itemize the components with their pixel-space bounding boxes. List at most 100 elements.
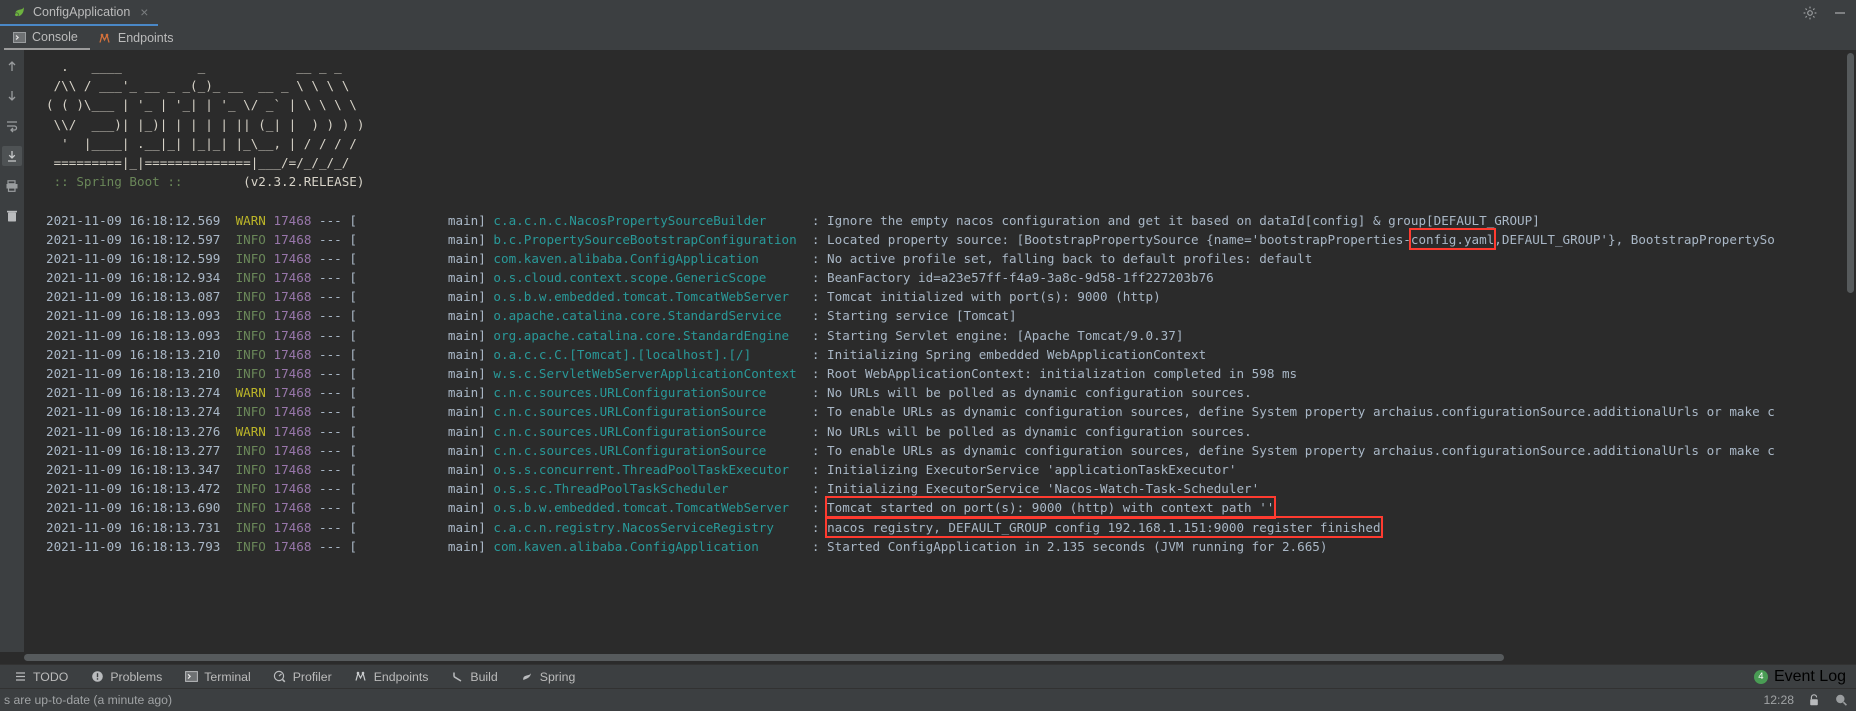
bottom-item-todo-label: TODO bbox=[33, 669, 69, 684]
gear-icon[interactable] bbox=[1802, 5, 1818, 21]
close-icon[interactable]: × bbox=[140, 5, 148, 19]
log-message: : BeanFactory id=a23e57ff-f4a9-3a8c-9d58… bbox=[811, 270, 1214, 286]
log-level: INFO bbox=[235, 270, 266, 286]
log-message: : Starting service [Tomcat] bbox=[811, 308, 1017, 324]
log-level: INFO bbox=[235, 231, 266, 247]
run-window-titlebar: ConfigApplication × bbox=[0, 0, 1856, 26]
log-line: 2021-11-09 16:18:13.472 INFO 17468 --- [… bbox=[46, 481, 1260, 497]
console-output-panel[interactable]: . ____ _ __ _ _ /\\ / ___'_ __ _ _(_)_ _… bbox=[24, 50, 1856, 652]
log-thread: main] bbox=[356, 519, 486, 535]
log-thread: main] bbox=[356, 308, 486, 324]
bottom-item-terminal[interactable]: Terminal bbox=[173, 665, 261, 689]
inspector-icon[interactable] bbox=[1834, 693, 1848, 707]
log-thread: main] bbox=[356, 231, 486, 247]
log-pid: 17468 bbox=[273, 385, 312, 401]
log-message: : Initializing Spring embedded WebApplic… bbox=[811, 346, 1207, 362]
console-icon bbox=[12, 30, 26, 44]
event-log-label: Event Log bbox=[1773, 667, 1846, 685]
log-thread: main] bbox=[356, 289, 486, 305]
console-vertical-scrollbar[interactable] bbox=[1844, 51, 1856, 652]
log-level: INFO bbox=[235, 461, 266, 477]
log-line: 2021-11-09 16:18:13.210 INFO 17468 --- [… bbox=[46, 366, 1298, 381]
banner-line: \\/ ___)| |_)| | | | | || (_| | ) ) ) ) bbox=[46, 116, 365, 132]
vertical-scrollbar-thumb[interactable] bbox=[1847, 53, 1854, 293]
status-bar-right: 12:28 bbox=[1764, 693, 1849, 707]
log-timestamp: 2021-11-09 16:18:12.934 bbox=[46, 270, 221, 286]
event-log-button[interactable]: 4 Event Log bbox=[1753, 667, 1846, 686]
bottom-item-profiler[interactable]: Profiler bbox=[262, 665, 343, 689]
log-logger: o.s.s.c.ThreadPoolTaskScheduler bbox=[493, 481, 729, 497]
bottom-item-todo[interactable]: TODO bbox=[2, 665, 79, 689]
log-logger: w.s.c.ServletWebServerApplicationContext bbox=[493, 366, 797, 381]
log-timestamp: 2021-11-09 16:18:13.690 bbox=[46, 500, 221, 516]
scroll-down-icon[interactable] bbox=[2, 86, 22, 106]
tab-endpoints[interactable]: Endpoints bbox=[90, 26, 186, 50]
build-icon bbox=[450, 670, 464, 684]
scroll-to-end-icon[interactable] bbox=[2, 146, 22, 166]
log-logger: o.s.s.concurrent.ThreadPoolTaskExecutor bbox=[493, 461, 790, 477]
log-logger: o.s.cloud.context.scope.GenericScope bbox=[493, 270, 767, 286]
bottom-item-endpoints[interactable]: Endpoints bbox=[343, 665, 440, 689]
log-message: : Started ConfigApplication in 2.135 sec… bbox=[811, 538, 1328, 554]
problems-icon bbox=[90, 670, 104, 684]
tab-console-label: Console bbox=[32, 30, 78, 44]
log-pid: 17468 bbox=[273, 404, 312, 420]
log-thread: main] bbox=[356, 404, 486, 420]
log-level: INFO bbox=[235, 519, 266, 535]
log-logger: b.c.PropertySourceBootstrapConfiguration bbox=[493, 231, 797, 247]
log-level: INFO bbox=[235, 500, 266, 516]
log-level: INFO bbox=[235, 308, 266, 324]
minimize-icon[interactable] bbox=[1832, 5, 1848, 21]
log-message: : Tomcat initialized with port(s): 9000 … bbox=[811, 289, 1161, 305]
highlight-box: config.yaml bbox=[1408, 227, 1497, 251]
log-line: 2021-11-09 16:18:13.347 INFO 17468 --- [… bbox=[46, 461, 1237, 477]
lock-icon[interactable] bbox=[1807, 693, 1821, 707]
log-timestamp: 2021-11-09 16:18:13.093 bbox=[46, 308, 221, 324]
log-message: : bbox=[811, 500, 828, 516]
banner-line: /\\ / ___'_ __ _ _(_)_ __ __ _ \ \ \ \ bbox=[46, 78, 350, 94]
profiler-icon bbox=[273, 670, 287, 684]
run-tab-configapplication[interactable]: ConfigApplication × bbox=[0, 0, 159, 26]
horizontal-scrollbar-thumb[interactable] bbox=[24, 654, 1504, 661]
log-line: 2021-11-09 16:18:13.087 INFO 17468 --- [… bbox=[46, 289, 1161, 305]
log-pid: 17468 bbox=[273, 308, 312, 324]
log-pid: 17468 bbox=[273, 538, 312, 554]
run-tool-tabs: Console Endpoints bbox=[0, 26, 1856, 50]
log-line: 2021-11-09 16:18:13.731 INFO 17468 --- [… bbox=[46, 515, 1856, 538]
log-pid: 17468 bbox=[273, 346, 312, 362]
tab-console[interactable]: Console bbox=[4, 26, 90, 50]
print-icon[interactable] bbox=[2, 176, 22, 196]
log-level: INFO bbox=[235, 442, 266, 458]
log-level: INFO bbox=[235, 481, 266, 497]
log-line: 2021-11-09 16:18:13.276 WARN 17468 --- [… bbox=[46, 423, 1252, 439]
log-line: 2021-11-09 16:18:13.210 INFO 17468 --- [… bbox=[46, 346, 1207, 362]
log-pid: 17468 bbox=[273, 481, 312, 497]
soft-wrap-icon[interactable] bbox=[2, 116, 22, 136]
log-logger: c.n.c.sources.URLConfigurationSource bbox=[493, 442, 767, 458]
log-pid: 17468 bbox=[273, 327, 312, 343]
bottom-item-spring[interactable]: Spring bbox=[509, 665, 587, 689]
log-message: : To enable URLs as dynamic configuratio… bbox=[811, 442, 1775, 458]
log-logger: com.kaven.alibaba.ConfigApplication bbox=[493, 250, 759, 266]
log-timestamp: 2021-11-09 16:18:12.597 bbox=[46, 231, 221, 247]
status-bar: s are up-to-date (a minute ago) 12:28 bbox=[0, 688, 1856, 711]
log-timestamp: 2021-11-09 16:18:13.087 bbox=[46, 289, 221, 305]
scroll-up-icon[interactable] bbox=[2, 56, 22, 76]
console-horizontal-scrollbar[interactable] bbox=[0, 652, 1856, 664]
log-thread: main] bbox=[356, 423, 486, 439]
log-timestamp: 2021-11-09 16:18:13.472 bbox=[46, 481, 221, 497]
log-logger: c.n.c.sources.URLConfigurationSource bbox=[493, 404, 767, 420]
log-timestamp: 2021-11-09 16:18:13.210 bbox=[46, 346, 221, 362]
clear-all-icon[interactable] bbox=[2, 206, 22, 226]
log-line: 2021-11-09 16:18:13.274 INFO 17468 --- [… bbox=[46, 404, 1775, 420]
log-thread: main] bbox=[356, 500, 486, 516]
bottom-item-problems[interactable]: Problems bbox=[79, 665, 173, 689]
banner-line: ( ( )\___ | '_ | '_| | '_ \/ _` | \ \ \ … bbox=[46, 97, 357, 113]
log-logger: c.a.c.n.registry.NacosServiceRegistry bbox=[493, 519, 774, 535]
event-log-badge: 4 bbox=[1753, 669, 1768, 684]
status-time: 12:28 bbox=[1763, 693, 1795, 707]
log-pid: 17468 bbox=[273, 212, 312, 228]
log-level: WARN bbox=[235, 212, 266, 228]
bottom-item-build[interactable]: Build bbox=[439, 665, 508, 689]
log-line: 2021-11-09 16:18:13.274 WARN 17468 --- [… bbox=[46, 385, 1252, 401]
